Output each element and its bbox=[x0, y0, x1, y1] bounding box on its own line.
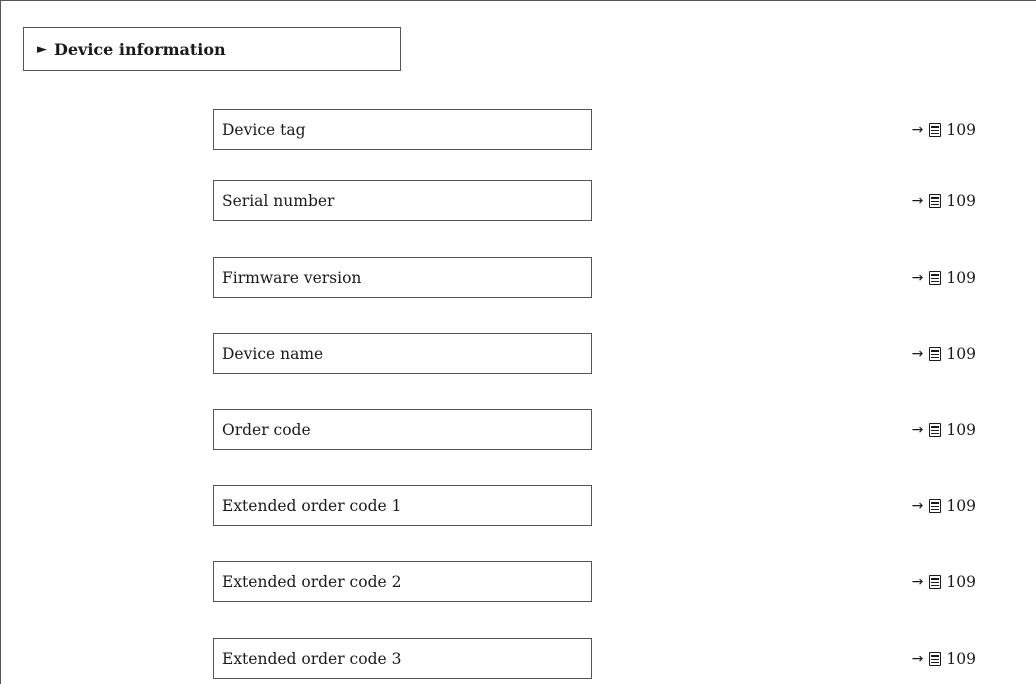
document-page-icon bbox=[929, 346, 942, 361]
document-page-icon bbox=[929, 651, 942, 666]
parameter-box[interactable]: Extended order code 2 bbox=[213, 561, 592, 602]
page-number: 109 bbox=[946, 344, 976, 363]
document-page-icon bbox=[929, 122, 942, 137]
page-number: 109 bbox=[946, 649, 976, 668]
arrow-right-icon: → bbox=[911, 121, 924, 138]
expand-triangle-icon: ► bbox=[37, 41, 47, 57]
parameter-label: Extended order code 2 bbox=[222, 572, 402, 591]
page-reference[interactable]: → 109 bbox=[912, 333, 976, 374]
page-reference[interactable]: → 109 bbox=[912, 109, 976, 150]
parameter-box[interactable]: Serial number bbox=[213, 180, 592, 221]
submenu-device-information[interactable]: ► Device information bbox=[23, 27, 401, 71]
page-number: 109 bbox=[946, 191, 976, 210]
page-reference[interactable]: → 109 bbox=[912, 257, 976, 298]
parameter-label: Extended order code 3 bbox=[222, 649, 402, 668]
page-reference[interactable]: → 109 bbox=[912, 485, 976, 526]
frame-top-border bbox=[0, 0, 1036, 1]
parameter-box[interactable]: Firmware version bbox=[213, 257, 592, 298]
parameter-box[interactable]: Device tag bbox=[213, 109, 592, 150]
page-number: 109 bbox=[946, 420, 976, 439]
parameter-row-firmware-version: Firmware version → 109 bbox=[0, 257, 1036, 298]
parameter-box[interactable]: Extended order code 1 bbox=[213, 485, 592, 526]
document-page-icon bbox=[929, 422, 942, 437]
parameter-row-device-tag: Device tag → 109 bbox=[0, 109, 1036, 150]
page-reference[interactable]: → 109 bbox=[912, 180, 976, 221]
parameter-label: Order code bbox=[222, 420, 311, 439]
parameter-row-serial-number: Serial number → 109 bbox=[0, 180, 1036, 221]
parameter-label: Device tag bbox=[222, 120, 306, 139]
arrow-right-icon: → bbox=[911, 421, 924, 438]
arrow-right-icon: → bbox=[911, 269, 924, 286]
parameter-row-device-name: Device name → 109 bbox=[0, 333, 1036, 374]
parameter-box[interactable]: Extended order code 3 bbox=[213, 638, 592, 679]
parameter-label: Device name bbox=[222, 344, 324, 363]
parameter-label: Extended order code 1 bbox=[222, 496, 402, 515]
parameter-row-extended-order-code-3: Extended order code 3 → 109 bbox=[0, 638, 1036, 679]
parameter-box[interactable]: Device name bbox=[213, 333, 592, 374]
parameter-row-extended-order-code-2: Extended order code 2 → 109 bbox=[0, 561, 1036, 602]
arrow-right-icon: → bbox=[911, 650, 924, 667]
parameter-row-order-code: Order code → 109 bbox=[0, 409, 1036, 450]
document-page-icon bbox=[929, 574, 942, 589]
document-page-icon bbox=[929, 270, 942, 285]
page-reference[interactable]: → 109 bbox=[912, 561, 976, 602]
page-reference[interactable]: → 109 bbox=[912, 638, 976, 679]
page-reference[interactable]: → 109 bbox=[912, 409, 976, 450]
arrow-right-icon: → bbox=[911, 345, 924, 362]
page-number: 109 bbox=[946, 268, 976, 287]
submenu-title: Device information bbox=[54, 39, 226, 59]
parameter-label: Firmware version bbox=[222, 268, 362, 287]
page-number: 109 bbox=[946, 572, 976, 591]
document-page-icon bbox=[929, 193, 942, 208]
arrow-right-icon: → bbox=[911, 192, 924, 209]
parameter-row-extended-order-code-1: Extended order code 1 → 109 bbox=[0, 485, 1036, 526]
arrow-right-icon: → bbox=[911, 497, 924, 514]
parameter-box[interactable]: Order code bbox=[213, 409, 592, 450]
arrow-right-icon: → bbox=[911, 573, 924, 590]
parameter-label: Serial number bbox=[222, 191, 335, 210]
document-page-icon bbox=[929, 498, 942, 513]
page-number: 109 bbox=[946, 120, 976, 139]
page-number: 109 bbox=[946, 496, 976, 515]
